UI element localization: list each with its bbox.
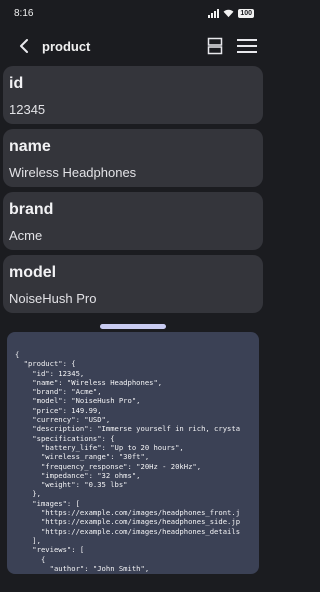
field-value: Acme xyxy=(9,228,43,243)
field-label: brand xyxy=(9,201,54,218)
field-card-id[interactable]: id 12345 xyxy=(3,66,263,124)
wifi-icon xyxy=(223,9,234,17)
battery-icon: 100 xyxy=(238,8,254,18)
app-bar: product xyxy=(0,26,266,66)
field-value: 12345 xyxy=(9,102,46,117)
bottom-bar xyxy=(0,576,266,592)
field-value: Wireless Headphones xyxy=(9,165,137,180)
field-card-brand[interactable]: brand Acme xyxy=(3,192,263,250)
menu-button[interactable] xyxy=(236,35,258,57)
hamburger-menu-icon xyxy=(237,39,257,53)
field-value: NoiseHush Pro xyxy=(9,291,97,306)
chevron-left-icon xyxy=(20,39,28,53)
field-label: id xyxy=(9,75,24,92)
field-card-name[interactable]: name Wireless Headphones xyxy=(3,129,263,187)
json-preview-panel[interactable]: { "product": { "id": 12345, "name": "Wir… xyxy=(7,332,259,574)
back-button[interactable] xyxy=(14,36,34,56)
split-view-icon xyxy=(207,37,223,55)
view-toggle-button[interactable] xyxy=(204,35,226,57)
field-label: name xyxy=(9,138,51,155)
page-title: product xyxy=(42,38,91,54)
field-card-model[interactable]: model NoiseHush Pro xyxy=(3,255,263,313)
drag-handle[interactable] xyxy=(100,324,166,329)
status-icons: 100 xyxy=(208,8,254,18)
json-preview-text: { "product": { "id": 12345, "name": "Wir… xyxy=(15,350,241,573)
field-list: id 12345 name Wireless Headphones brand … xyxy=(0,66,266,313)
field-label: model xyxy=(9,264,57,281)
status-bar: 8:16 100 xyxy=(0,0,266,26)
status-time: 8:16 xyxy=(14,7,34,19)
signal-icon xyxy=(208,8,220,18)
